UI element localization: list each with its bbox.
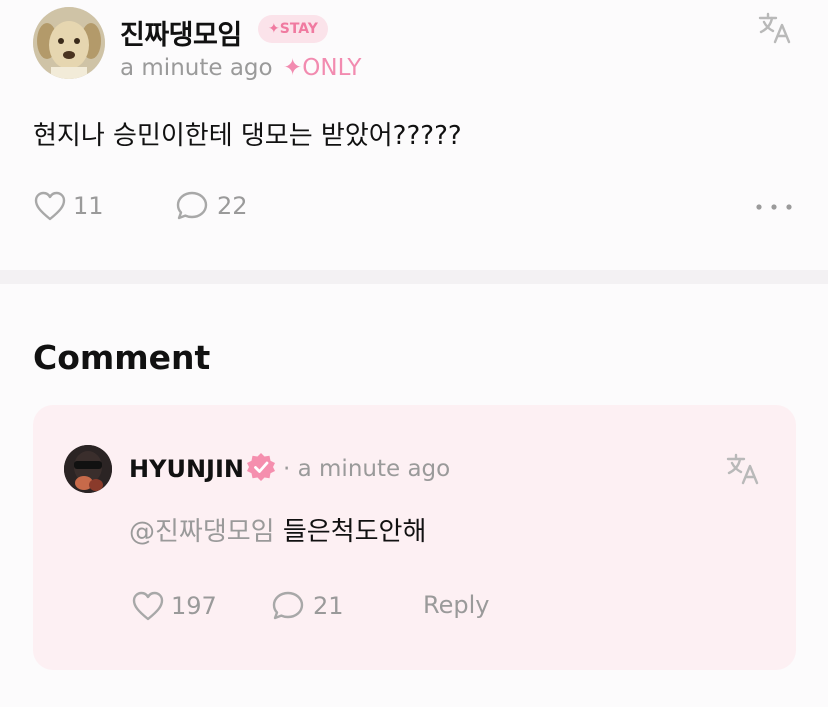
comment-author[interactable]: HYUNJIN: [129, 455, 244, 483]
comment-text: @진짜댕모임 들은척도안해: [129, 511, 426, 548]
comment-count: 22: [217, 192, 248, 220]
section-divider: [0, 270, 828, 284]
avatar[interactable]: [33, 7, 105, 79]
comment-reply-count: 21: [313, 592, 344, 620]
heart-icon: [132, 591, 164, 621]
comment-like-count: 197: [171, 592, 217, 620]
comment-avatar[interactable]: [64, 445, 112, 493]
heart-icon: [34, 191, 66, 221]
stay-badge: ✦STAY: [258, 15, 328, 43]
mention-link[interactable]: @진짜댕모임: [129, 517, 275, 547]
post: 진짜댕모임 ✦STAY a minute ago ✦ONLY 현지나 승민이한테…: [0, 0, 828, 270]
reply-button[interactable]: Reply: [423, 591, 489, 619]
artist-avatar-image: [64, 445, 112, 493]
only-tag: ✦ONLY: [283, 55, 362, 81]
comment-button[interactable]: 22: [175, 190, 248, 222]
comment-section-title: Comment: [33, 338, 211, 377]
verified-badge-icon: [245, 451, 277, 483]
speech-bubble-icon: [176, 191, 208, 220]
post-author[interactable]: 진짜댕모임: [120, 13, 242, 52]
more-dots-icon[interactable]: [754, 195, 794, 219]
like-button[interactable]: 11: [33, 190, 104, 222]
like-count: 11: [73, 192, 104, 220]
post-text: 현지나 승민이한테 댕모는 받았어?????: [33, 121, 462, 151]
post-timestamp: a minute ago: [120, 55, 273, 81]
puppy-plush-avatar-image: [33, 7, 105, 79]
comment-like-button[interactable]: 197: [131, 590, 217, 622]
translate-icon[interactable]: [725, 451, 761, 487]
translate-icon[interactable]: [757, 10, 793, 46]
speech-bubble-icon: [272, 591, 304, 620]
comment-body: 들은척도안해: [282, 517, 427, 547]
comment-card: HYUNJIN · a minute ago @진짜댕모임 들은척도안해 197: [33, 405, 796, 670]
comment-timestamp: · a minute ago: [283, 456, 451, 482]
comment-reply-count-button[interactable]: 21: [271, 590, 344, 622]
